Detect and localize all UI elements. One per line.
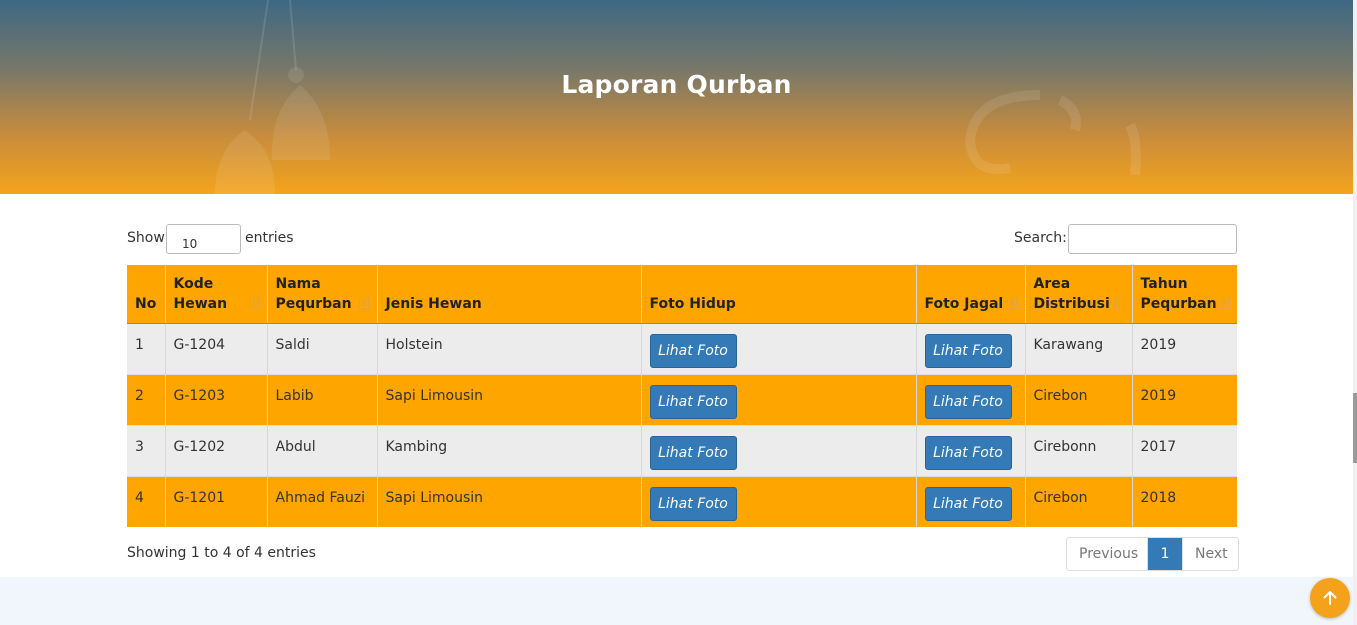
column-header-nama-pequrban[interactable]: Nama Pequrban bbox=[267, 265, 378, 324]
sort-icon bbox=[1006, 296, 1017, 309]
cell-jenis-hewan: Holstein bbox=[377, 323, 642, 374]
arrow-up-icon bbox=[1323, 591, 1337, 605]
table-row: 3 G-1202 Abdul Kambing Lihat Foto Lihat … bbox=[127, 425, 1237, 476]
qurban-table: No Kode Hewan Nama Pequrban Jenis Hewan … bbox=[127, 265, 1237, 527]
column-header-area-distribusi[interactable]: Area Distribusi bbox=[1025, 265, 1133, 324]
page-title: Laporan Qurban bbox=[561, 70, 792, 99]
sort-icon bbox=[248, 296, 259, 309]
cell-foto-jagal: Lihat Foto bbox=[916, 374, 1026, 425]
table-header-row: No Kode Hewan Nama Pequrban Jenis Hewan … bbox=[127, 265, 1237, 324]
cell-no: 4 bbox=[127, 476, 166, 527]
hero-banner: Laporan Qurban bbox=[0, 0, 1353, 194]
lihat-foto-jagal-button[interactable]: Lihat Foto bbox=[924, 384, 1012, 419]
lihat-foto-hidup-button[interactable]: Lihat Foto bbox=[649, 435, 737, 470]
entries-label: entries bbox=[245, 230, 294, 246]
column-header-label: Nama Pequrban bbox=[275, 275, 352, 312]
table-row: 2 G-1203 Labib Sapi Limousin Lihat Foto … bbox=[127, 374, 1237, 425]
previous-page-button[interactable]: Previous bbox=[1067, 538, 1148, 570]
cell-tahun-pequrban: 2017 bbox=[1132, 425, 1237, 476]
table-row: 1 G-1204 Saldi Holstein Lihat Foto Lihat… bbox=[127, 323, 1237, 374]
scrollbar-thumb[interactable] bbox=[1353, 393, 1357, 463]
column-header-no[interactable]: No bbox=[127, 265, 166, 324]
search-label: Search: bbox=[1014, 230, 1067, 246]
cell-nama-pequrban: Saldi bbox=[267, 323, 378, 374]
cell-jenis-hewan: Sapi Limousin bbox=[377, 374, 642, 425]
column-header-label: Tahun Pequrban bbox=[1140, 275, 1217, 312]
lihat-foto-hidup-button[interactable]: Lihat Foto bbox=[649, 384, 737, 419]
cell-kode-hewan: G-1202 bbox=[165, 425, 268, 476]
column-header-label: Foto Jagal bbox=[924, 295, 1004, 312]
report-panel: Show 10 entries Search: No Kode Hewan Na… bbox=[0, 194, 1353, 577]
cell-no: 2 bbox=[127, 374, 166, 425]
cell-kode-hewan: G-1204 bbox=[165, 323, 268, 374]
lihat-foto-jagal-button[interactable]: Lihat Foto bbox=[924, 486, 1012, 521]
scroll-to-top-button[interactable] bbox=[1310, 578, 1350, 618]
cell-foto-jagal: Lihat Foto bbox=[916, 323, 1026, 374]
table-row: 4 G-1201 Ahmad Fauzi Sapi Limousin Lihat… bbox=[127, 476, 1237, 527]
table-info: Showing 1 to 4 of 4 entries bbox=[127, 545, 316, 561]
cell-foto-jagal: Lihat Foto bbox=[916, 476, 1026, 527]
lihat-foto-jagal-button[interactable]: Lihat Foto bbox=[924, 333, 1012, 368]
sort-icon bbox=[358, 296, 369, 309]
cell-nama-pequrban: Ahmad Fauzi bbox=[267, 476, 378, 527]
cell-foto-hidup: Lihat Foto bbox=[641, 323, 917, 374]
cell-no: 1 bbox=[127, 323, 166, 374]
column-header-kode-hewan[interactable]: Kode Hewan bbox=[165, 265, 268, 324]
page-scrollbar[interactable] bbox=[1353, 0, 1357, 625]
column-header-jenis-hewan[interactable]: Jenis Hewan bbox=[377, 265, 642, 324]
cell-kode-hewan: G-1201 bbox=[165, 476, 268, 527]
show-label: Show bbox=[127, 230, 165, 246]
cell-foto-hidup: Lihat Foto bbox=[641, 374, 917, 425]
page-1-button[interactable]: 1 bbox=[1148, 538, 1182, 570]
cell-foto-hidup: Lihat Foto bbox=[641, 476, 917, 527]
cell-no: 3 bbox=[127, 425, 166, 476]
entries-length-select[interactable]: 10 bbox=[166, 224, 241, 254]
cell-jenis-hewan: Sapi Limousin bbox=[377, 476, 642, 527]
cell-jenis-hewan: Kambing bbox=[377, 425, 642, 476]
cell-nama-pequrban: Labib bbox=[267, 374, 378, 425]
next-page-button[interactable]: Next bbox=[1182, 538, 1238, 570]
column-header-label: Kode Hewan bbox=[173, 275, 228, 312]
cell-foto-hidup: Lihat Foto bbox=[641, 425, 917, 476]
column-header-label: Area Distribusi bbox=[1033, 275, 1110, 312]
cell-kode-hewan: G-1203 bbox=[165, 374, 268, 425]
search-input[interactable] bbox=[1068, 224, 1237, 254]
sort-icon bbox=[1113, 296, 1124, 309]
cell-area-distribusi: Cirebon bbox=[1025, 476, 1133, 527]
cell-tahun-pequrban: 2018 bbox=[1132, 476, 1237, 527]
cell-nama-pequrban: Abdul bbox=[267, 425, 378, 476]
cell-tahun-pequrban: 2019 bbox=[1132, 374, 1237, 425]
lihat-foto-hidup-button[interactable]: Lihat Foto bbox=[649, 333, 737, 368]
column-header-tahun-pequrban[interactable]: Tahun Pequrban bbox=[1132, 265, 1237, 324]
cell-area-distribusi: Cirebon bbox=[1025, 374, 1133, 425]
cell-area-distribusi: Karawang bbox=[1025, 323, 1133, 374]
cell-foto-jagal: Lihat Foto bbox=[916, 425, 1026, 476]
lihat-foto-jagal-button[interactable]: Lihat Foto bbox=[924, 435, 1012, 470]
lihat-foto-hidup-button[interactable]: Lihat Foto bbox=[649, 486, 737, 521]
cell-tahun-pequrban: 2019 bbox=[1132, 323, 1237, 374]
cell-area-distribusi: Cirebonn bbox=[1025, 425, 1133, 476]
column-header-foto-jagal[interactable]: Foto Jagal bbox=[916, 265, 1026, 324]
pagination: Previous 1 Next bbox=[1066, 537, 1239, 571]
sort-icon bbox=[1219, 296, 1229, 309]
column-header-foto-hidup[interactable]: Foto Hidup bbox=[641, 265, 917, 324]
